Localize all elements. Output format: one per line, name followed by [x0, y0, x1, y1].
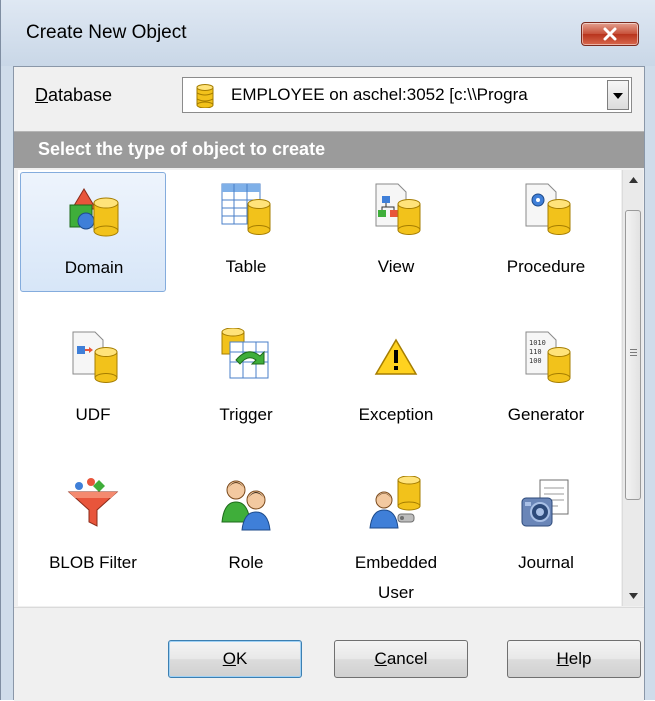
exception-icon	[374, 338, 418, 375]
grip-line	[630, 355, 637, 356]
database-dropdown-button[interactable]	[607, 80, 629, 110]
object-tile-label: Procedure	[506, 257, 586, 276]
view-icon	[375, 183, 421, 235]
cancel-button[interactable]: Cancel	[334, 640, 468, 678]
object-tile-udf[interactable]: UDF	[20, 320, 166, 440]
scroll-up-button[interactable]	[623, 170, 644, 190]
blob-filter-icon	[67, 478, 119, 527]
table-icon	[221, 183, 271, 235]
vertical-scrollbar[interactable]	[622, 170, 643, 606]
object-tile-label: Embedded User	[354, 553, 438, 602]
title-bar[interactable]: Create New Object	[1, 0, 655, 66]
svg-text:100: 100	[529, 357, 542, 365]
object-tile-domain[interactable]: Domain	[20, 172, 166, 292]
button-bar: OK Cancel Help	[14, 607, 644, 701]
grip-line	[630, 352, 637, 353]
grip-line	[630, 349, 637, 350]
object-tile-procedure[interactable]: Procedure	[473, 172, 619, 292]
dialog-body: Database EMPLOYEE on aschel:3052 [c:\\Pr…	[13, 66, 645, 701]
journal-icon	[521, 479, 569, 527]
object-tile-exception[interactable]: Exception	[323, 320, 469, 440]
close-button[interactable]	[581, 22, 639, 46]
database-icon	[196, 84, 214, 108]
window-title: Create New Object	[26, 22, 187, 43]
chevron-down-icon	[629, 593, 638, 599]
svg-text:110: 110	[529, 348, 542, 356]
object-tile-trigger[interactable]: Trigger	[173, 320, 319, 440]
object-tile-label: Role	[228, 553, 264, 572]
object-tile-role[interactable]: Role	[173, 468, 319, 588]
scroll-down-button[interactable]	[623, 586, 644, 606]
role-icon	[221, 480, 271, 531]
object-tile-label: BLOB Filter	[49, 553, 137, 572]
object-tile-label: Domain	[64, 258, 124, 277]
object-tile-blob-filter[interactable]: BLOB Filter	[20, 468, 166, 588]
scroll-thumb[interactable]	[625, 210, 641, 500]
help-button[interactable]: Help	[507, 640, 641, 678]
trigger-icon	[221, 328, 269, 379]
generator-icon: 1010 110 100	[525, 331, 571, 383]
chevron-down-icon	[613, 93, 623, 99]
object-tile-table[interactable]: Table	[173, 172, 319, 292]
object-tile-label: Journal	[518, 553, 574, 572]
ok-button[interactable]: OK	[168, 640, 302, 678]
object-type-header: Select the type of object to create	[14, 131, 644, 168]
database-select[interactable]: EMPLOYEE on aschel:3052 [c:\\Progra	[182, 77, 632, 113]
domain-icon	[69, 188, 119, 237]
chevron-up-icon	[629, 177, 638, 183]
object-tile-generator[interactable]: 1010 110 100 Generator	[473, 320, 619, 440]
object-type-header-text: Select the type of object to create	[38, 139, 326, 159]
svg-text:1010: 1010	[529, 339, 546, 347]
object-tile-journal[interactable]: Journal	[473, 468, 619, 588]
object-tile-label: Table	[225, 257, 267, 276]
object-type-grid: Domain Table View Procedure UDF Trigger …	[18, 170, 621, 606]
object-tile-label: UDF	[75, 405, 111, 424]
embedded-user-icon	[369, 476, 421, 529]
procedure-icon	[525, 183, 571, 235]
database-label: Database	[35, 85, 113, 105]
object-tile-label: Generator	[507, 405, 585, 424]
create-new-object-dialog: Create New Object Database EMPLOYEE on a…	[0, 0, 655, 701]
object-tile-view[interactable]: View	[323, 172, 469, 292]
object-tile-label: Trigger	[219, 405, 273, 424]
object-tile-label: Exception	[358, 405, 434, 424]
udf-icon	[72, 331, 118, 383]
object-tile-embedded-user[interactable]: Embedded User	[323, 468, 469, 602]
close-icon	[603, 27, 617, 41]
database-value: EMPLOYEE on aschel:3052 [c:\\Progra	[231, 85, 528, 104]
object-tile-label: View	[377, 257, 415, 276]
